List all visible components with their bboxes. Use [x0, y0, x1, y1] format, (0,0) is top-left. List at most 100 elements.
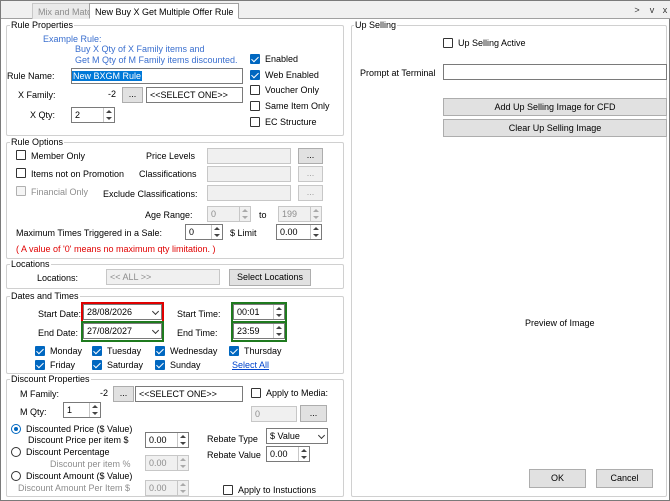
- discount-per-item-pct-stepper[interactable]: 0.00: [145, 455, 189, 471]
- increment-icon[interactable]: [242, 209, 248, 212]
- apply-instructions-checkbox[interactable]: [223, 485, 233, 495]
- thursday-checkbox[interactable]: [229, 346, 239, 356]
- m-family-browse-button[interactable]: ...: [113, 386, 134, 402]
- exclude-classifications-browse-button[interactable]: ...: [298, 185, 323, 201]
- start-time-value: 00:01: [237, 307, 260, 317]
- discount-price-per-item-label: Discount Price per item $: [28, 435, 129, 445]
- items-not-promo-checkbox[interactable]: [16, 168, 26, 178]
- preview-image-label: Preview of Image: [525, 318, 595, 328]
- monday-checkbox[interactable]: [35, 346, 45, 356]
- cancel-button[interactable]: Cancel: [596, 469, 653, 488]
- discount-per-item-pct-label: Discount per item %: [50, 459, 131, 469]
- increment-icon[interactable]: [180, 483, 186, 486]
- enabled-checkbox[interactable]: [250, 54, 260, 64]
- decrement-icon[interactable]: [313, 216, 319, 219]
- start-time-stepper[interactable]: 00:01: [233, 304, 285, 320]
- wednesday-checkbox[interactable]: [155, 346, 165, 356]
- end-date-picker[interactable]: 27/08/2027: [83, 323, 162, 339]
- rebate-value-stepper[interactable]: 0.00: [266, 446, 310, 462]
- increment-icon[interactable]: [313, 209, 319, 212]
- increment-icon[interactable]: [180, 458, 186, 461]
- decrement-icon[interactable]: [276, 333, 282, 336]
- age-to-stepper[interactable]: 199: [278, 206, 322, 222]
- prompt-terminal-input[interactable]: [443, 64, 667, 80]
- exclude-classifications-field[interactable]: [207, 185, 291, 201]
- clear-upselling-image-button[interactable]: Clear Up Selling Image: [443, 119, 667, 137]
- media-field[interactable]: 0: [251, 406, 297, 422]
- increment-icon[interactable]: [313, 227, 319, 230]
- discount-properties-legend: Discount Properties: [10, 374, 91, 384]
- discount-amount-per-item-stepper[interactable]: 0.00: [145, 480, 189, 496]
- increment-icon[interactable]: [180, 435, 186, 438]
- decrement-icon[interactable]: [106, 117, 112, 120]
- tab-new-bxgm-rule[interactable]: New Buy X Get Multiple Offer Rule: [89, 3, 240, 19]
- price-levels-field[interactable]: [207, 148, 291, 164]
- tab-list-dropdown-icon[interactable]: v: [647, 4, 657, 16]
- increment-icon[interactable]: [92, 405, 98, 408]
- rebate-type-select[interactable]: $ Value: [266, 428, 328, 444]
- media-browse-button[interactable]: ...: [300, 405, 327, 422]
- classifications-browse-button[interactable]: ...: [298, 166, 323, 182]
- voucher-only-checkbox[interactable]: [250, 85, 260, 95]
- ok-button[interactable]: OK: [529, 469, 586, 488]
- increment-icon[interactable]: [276, 326, 282, 329]
- monday-label: Monday: [50, 346, 83, 356]
- decrement-icon[interactable]: [180, 442, 186, 445]
- x-family-id[interactable]: -2: [71, 87, 119, 103]
- up-selling-active-checkbox[interactable]: [443, 38, 453, 48]
- dates-times-legend: Dates and Times: [10, 291, 80, 301]
- decrement-icon[interactable]: [301, 456, 307, 459]
- age-from-stepper[interactable]: 0: [207, 206, 251, 222]
- limit-stepper[interactable]: 0.00: [276, 224, 322, 240]
- apply-media-checkbox[interactable]: [251, 388, 261, 398]
- decrement-icon[interactable]: [214, 234, 220, 237]
- decrement-icon[interactable]: [92, 412, 98, 415]
- web-enabled-checkbox[interactable]: [250, 70, 260, 80]
- price-levels-browse-button[interactable]: ...: [298, 148, 323, 164]
- tuesday-checkbox[interactable]: [92, 346, 102, 356]
- m-family-select[interactable]: <<SELECT ONE>>: [135, 386, 243, 402]
- x-qty-stepper[interactable]: 2: [71, 107, 115, 123]
- chevron-down-icon: [151, 326, 160, 335]
- select-all-days-link[interactable]: Select All: [232, 359, 269, 371]
- m-qty-stepper[interactable]: 1: [63, 402, 101, 418]
- classifications-field[interactable]: [207, 166, 291, 182]
- discount-price-per-item-stepper[interactable]: 0.00: [145, 432, 189, 448]
- sunday-checkbox[interactable]: [155, 360, 165, 370]
- increment-icon[interactable]: [276, 307, 282, 310]
- close-tab-icon[interactable]: x: [660, 4, 670, 16]
- discount-percentage-radio[interactable]: [11, 447, 21, 457]
- increment-icon[interactable]: [214, 227, 220, 230]
- saturday-checkbox[interactable]: [92, 360, 102, 370]
- x-family-browse-button[interactable]: ...: [122, 87, 143, 103]
- friday-checkbox[interactable]: [35, 360, 45, 370]
- same-item-only-checkbox[interactable]: [250, 101, 260, 111]
- rebate-type-label: Rebate Type: [207, 434, 258, 444]
- decrement-icon[interactable]: [242, 216, 248, 219]
- decrement-icon[interactable]: [313, 234, 319, 237]
- discounted-price-radio[interactable]: [11, 424, 21, 434]
- thursday-label: Thursday: [244, 346, 282, 356]
- rule-name-input[interactable]: New BXGM Rule: [71, 68, 243, 84]
- decrement-icon[interactable]: [180, 465, 186, 468]
- discount-amount-radio[interactable]: [11, 471, 21, 481]
- decrement-icon[interactable]: [276, 314, 282, 317]
- add-upselling-image-button[interactable]: Add Up Selling Image for CFD: [443, 98, 667, 116]
- decrement-icon[interactable]: [180, 490, 186, 493]
- member-only-checkbox[interactable]: [16, 150, 26, 160]
- max-times-label: Maximum Times Triggered in a Sale:: [16, 228, 163, 238]
- m-family-id[interactable]: -2: [63, 386, 111, 402]
- age-to-value: 199: [282, 209, 298, 219]
- ec-structure-checkbox[interactable]: [250, 117, 260, 127]
- tab-scroll-right-icon[interactable]: >: [632, 4, 642, 16]
- select-locations-button[interactable]: Select Locations: [229, 269, 311, 286]
- rebate-value-label: Rebate Value: [207, 450, 261, 460]
- start-date-picker[interactable]: 28/08/2026: [83, 304, 162, 320]
- end-time-stepper[interactable]: 23:59: [233, 323, 285, 339]
- discount-amount-per-item-label: Discount Amount Per Item $: [18, 483, 131, 493]
- max-times-stepper[interactable]: 0: [185, 224, 223, 240]
- x-family-select[interactable]: <<SELECT ONE>>: [146, 87, 243, 103]
- increment-icon[interactable]: [301, 449, 307, 452]
- financial-only-checkbox[interactable]: [16, 186, 26, 196]
- increment-icon[interactable]: [106, 110, 112, 113]
